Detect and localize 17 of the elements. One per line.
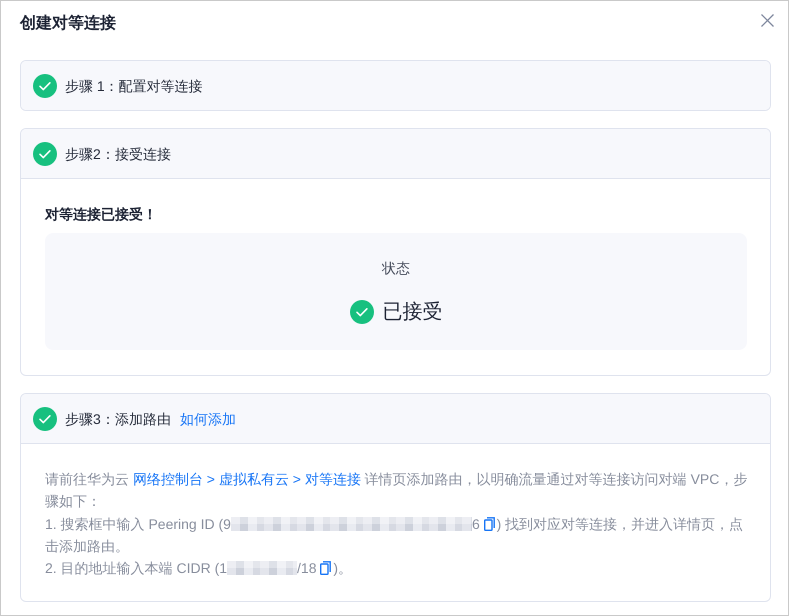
instruction-text: 1. 搜索框中输入 Peering ID (9 6 ) 找到对应对等连接，并进入详情页，点击添加路由。 — [45, 514, 744, 556]
redacted-block — [227, 561, 298, 576]
instruction-text: 请前往华为云 网络控制台 > 虚拟私有云 > 对等连接 详情页添加路由，以明确流量通过对等连接访问对端 VPC，步骤如下： — [45, 470, 748, 512]
status-value: 已接受 — [382, 300, 442, 325]
close-icon[interactable] — [761, 14, 774, 27]
step-title: 步骤3：添加路由 — [65, 410, 171, 428]
status-label: 状态 — [382, 259, 410, 277]
success-message: 对等连接已接受！ — [45, 205, 158, 224]
help-link[interactable]: 如何添加 — [180, 408, 236, 428]
copy-icon[interactable] — [484, 516, 495, 531]
check-circle-icon — [350, 300, 374, 324]
instruction-text: 2. 目的地址输入本端 CIDR (1 /18 )。 — [45, 559, 354, 578]
dialog-title: 创建对等连接 — [20, 13, 116, 34]
console-path-link[interactable]: 网络控制台 > 虚拟私有云 > 对等连接 — [132, 471, 361, 487]
step-title: 步骤2：接受连接 — [65, 144, 171, 164]
copy-icon[interactable] — [320, 561, 332, 576]
step-title: 步骤 1：配置对等连接 — [65, 76, 203, 96]
